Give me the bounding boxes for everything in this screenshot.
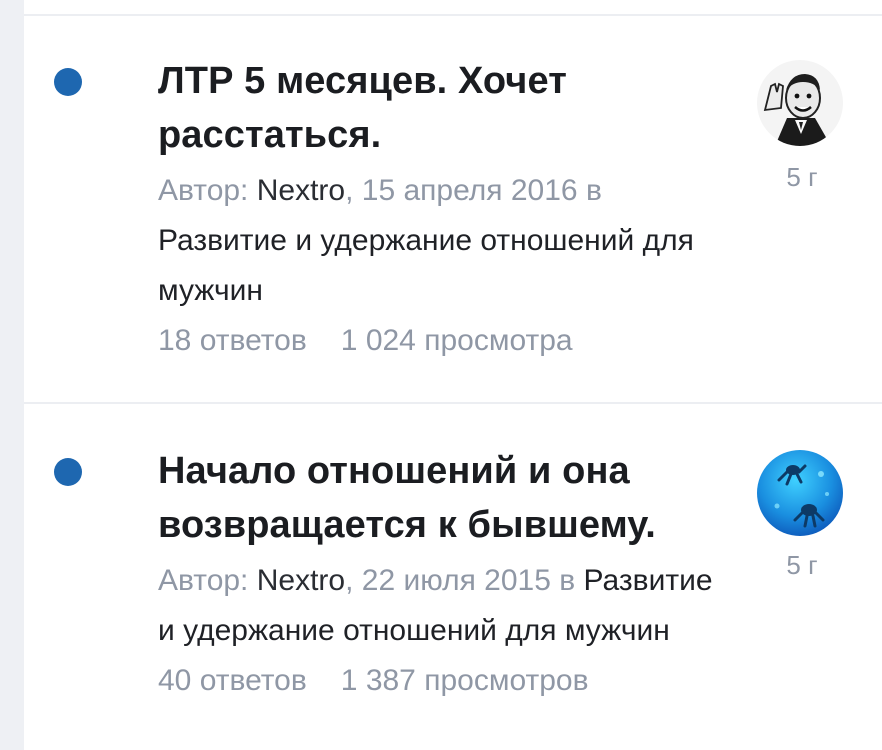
topic-list-page: ЛТР 5 месяцев. Хочет расстаться. Автор: … (0, 0, 882, 750)
unread-indicator (54, 68, 82, 96)
topic-body: Начало отношений и она возвращается к бы… (158, 444, 728, 706)
topic-stats: 40 ответов 1 387 просмотров (158, 656, 728, 706)
author-prefix: Автор: (158, 564, 249, 597)
topic-date: , 22 июля 2015 в (345, 564, 576, 597)
topic-meta: Автор: Nextro, 15 апреля 2016 в Развитие… (158, 166, 728, 316)
author-link[interactable]: Nextro (257, 174, 345, 207)
topic-stats: 18 ответов 1 024 просмотра (158, 316, 728, 366)
author-link[interactable]: Nextro (257, 564, 345, 597)
topic-row[interactable]: Начало отношений и она возвращается к бы… (24, 404, 882, 750)
views-count: 1 387 просмотров (340, 664, 589, 697)
topic-date: , 15 апреля 2016 в (345, 174, 602, 207)
retro-man-avatar-icon[interactable] (757, 60, 843, 146)
forum-link[interactable]: Развитие и удержание отношений для мужчи… (158, 224, 694, 307)
replies-count: 18 ответов (158, 324, 307, 357)
underwater-divers-avatar-icon[interactable] (757, 450, 843, 536)
topic-body: ЛТР 5 месяцев. Хочет расстаться. Автор: … (158, 54, 728, 366)
left-rail (0, 0, 24, 750)
replies-count: 40 ответов (158, 664, 307, 697)
topic-title-link[interactable]: ЛТР 5 месяцев. Хочет расстаться. (158, 54, 728, 162)
author-prefix: Автор: (158, 174, 249, 207)
last-post-time[interactable]: 5 г (780, 162, 824, 193)
topic-row[interactable]: ЛТР 5 месяцев. Хочет расстаться. Автор: … (24, 16, 882, 402)
unread-indicator (54, 458, 82, 486)
last-post-time[interactable]: 5 г (780, 550, 824, 581)
topic-title-link[interactable]: Начало отношений и она возвращается к бы… (158, 444, 728, 552)
topic-meta: Автор: Nextro, 22 июля 2015 в Развитие и… (158, 556, 728, 656)
views-count: 1 024 просмотра (340, 324, 573, 357)
